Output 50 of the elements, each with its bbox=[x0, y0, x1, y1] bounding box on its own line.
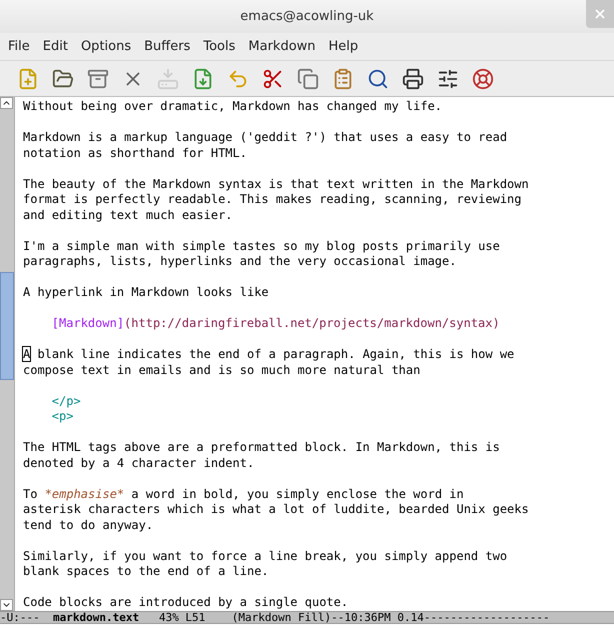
text-line: paragraphs, lists, hyperlinks and the very occasional image. bbox=[23, 254, 456, 270]
text-line: compose text in emails and is so much more natural than bbox=[23, 362, 420, 378]
window-title: emacs@acowling-uk bbox=[240, 8, 374, 26]
scroll-down-icon[interactable] bbox=[0, 599, 13, 611]
text-line: A hyperlink in Markdown looks like bbox=[23, 285, 269, 300]
text-line: format is perfectly readable. This makes reading, scanning, reviewing bbox=[23, 192, 522, 208]
folder-icon bbox=[52, 68, 74, 90]
menu-item[interactable]: File bbox=[8, 36, 30, 56]
preferences-icon bbox=[437, 68, 459, 90]
text-line: tend to do anyway. bbox=[23, 518, 154, 533]
scrollbar-thumb[interactable] bbox=[0, 272, 14, 380]
printer-icon bbox=[402, 68, 424, 90]
code-line: [Markdown](http://daringfireball.net/projects/markdown/syntax) bbox=[52, 316, 500, 332]
text-line: Code blocks are introduced by a single quote. bbox=[23, 595, 348, 610]
text-line: The HTML tags above are a preformatted block. In Markdown, this is bbox=[23, 440, 500, 456]
help-icon bbox=[472, 68, 494, 90]
text-line: To *emphasise* a word in bold, you simply enclose the word in bbox=[23, 486, 464, 502]
undo-icon bbox=[227, 68, 249, 90]
text-line: blank spaces to the end of a line. bbox=[23, 564, 269, 580]
scissors-icon bbox=[262, 68, 284, 90]
text-line: Markdown is a markup language ('geddit ?') that uses a easy to read bbox=[23, 130, 508, 146]
menu-item[interactable]: Markdown bbox=[248, 36, 316, 56]
text-line: Without being over dramatic, Markdown has changed my life. bbox=[23, 99, 442, 114]
clipboard-icon bbox=[332, 68, 354, 90]
text-line: denoted by a 4 character indent. bbox=[23, 456, 254, 471]
scrollbar[interactable] bbox=[0, 97, 15, 611]
text-line: and editing text much easier. bbox=[23, 208, 233, 223]
text-line: I'm a simple man with simple tastes so my blog posts primarily use bbox=[23, 238, 500, 254]
cabinet-icon bbox=[87, 68, 109, 90]
code-line: </p> bbox=[52, 394, 81, 409]
search-icon bbox=[367, 68, 389, 90]
menu-item[interactable]: Buffers bbox=[144, 36, 190, 56]
menu-item[interactable]: Edit bbox=[42, 36, 68, 56]
copy-icon bbox=[297, 68, 319, 90]
menu-item[interactable]: Tools bbox=[203, 36, 236, 56]
editor-area[interactable] bbox=[15, 97, 614, 611]
text-line: The beauty of the Markdown syntax is that text written in the Markdown bbox=[23, 176, 529, 192]
text-line: Similarly, if you want to force a line break, you simply append two bbox=[23, 548, 508, 564]
new-file-icon bbox=[17, 68, 39, 90]
text-line: A blank line indicates the end of a paragraph. Again, this is how we bbox=[23, 347, 514, 362]
scroll-up-icon[interactable] bbox=[0, 97, 13, 109]
code-line: <p> bbox=[52, 409, 74, 424]
disk-icon bbox=[157, 68, 179, 90]
close-icon bbox=[593, 7, 607, 21]
text-line: asterisk characters which is what a lot of luddite, bearded Unix geeks bbox=[23, 502, 529, 518]
menu-item[interactable]: Options bbox=[80, 36, 132, 56]
download-icon bbox=[192, 68, 214, 90]
menu-item[interactable]: Help bbox=[328, 36, 358, 56]
text-line: notation as shorthand for HTML. bbox=[23, 146, 247, 161]
mode-line-text: -U:--- markdown.text 43% L51 (Markdown Fill)--10:36PM 0.14------------------- bbox=[0, 612, 550, 623]
